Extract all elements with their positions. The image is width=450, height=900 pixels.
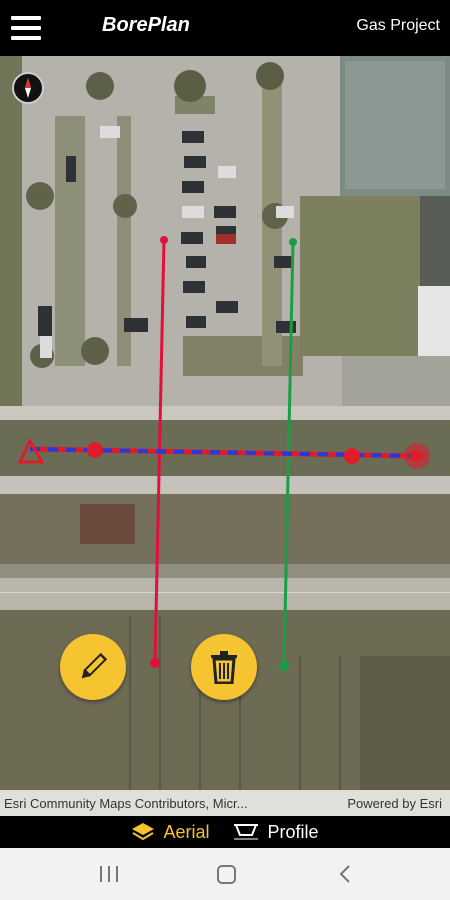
pencil-icon	[81, 652, 108, 679]
delete-button[interactable]	[191, 634, 257, 700]
tab-profile[interactable]: Profile	[232, 822, 319, 843]
top-app-bar: BorePlan Gas Project	[0, 0, 450, 56]
view-tab-bar: Aerial Profile	[0, 816, 450, 848]
attribution-text: Esri Community Maps Contributors, Micr..…	[4, 795, 248, 811]
profile-icon	[233, 824, 258, 840]
layers-icon	[132, 823, 155, 841]
compass-icon[interactable]	[12, 72, 44, 104]
recent-apps-icon[interactable]	[100, 866, 118, 882]
back-icon[interactable]	[336, 864, 356, 884]
home-icon[interactable]	[217, 865, 236, 884]
tab-aerial[interactable]: Aerial	[131, 821, 210, 843]
powered-by-text: Powered by Esri	[347, 795, 442, 811]
app-title: BorePlan	[102, 14, 190, 36]
aerial-map[interactable]: Esri Community Maps Contributors, Micr..…	[0, 56, 450, 816]
edit-button[interactable]	[60, 634, 126, 700]
project-title[interactable]: Gas Project	[356, 17, 440, 35]
tab-profile-label: Profile	[267, 821, 319, 842]
satellite-imagery	[0, 56, 450, 816]
map-attribution: Esri Community Maps Contributors, Micr..…	[0, 790, 450, 816]
hamburger-menu-icon[interactable]	[8, 10, 44, 46]
tab-aerial-label: Aerial	[163, 821, 210, 842]
system-navigation-bar	[0, 848, 450, 900]
trash-icon	[211, 651, 237, 684]
